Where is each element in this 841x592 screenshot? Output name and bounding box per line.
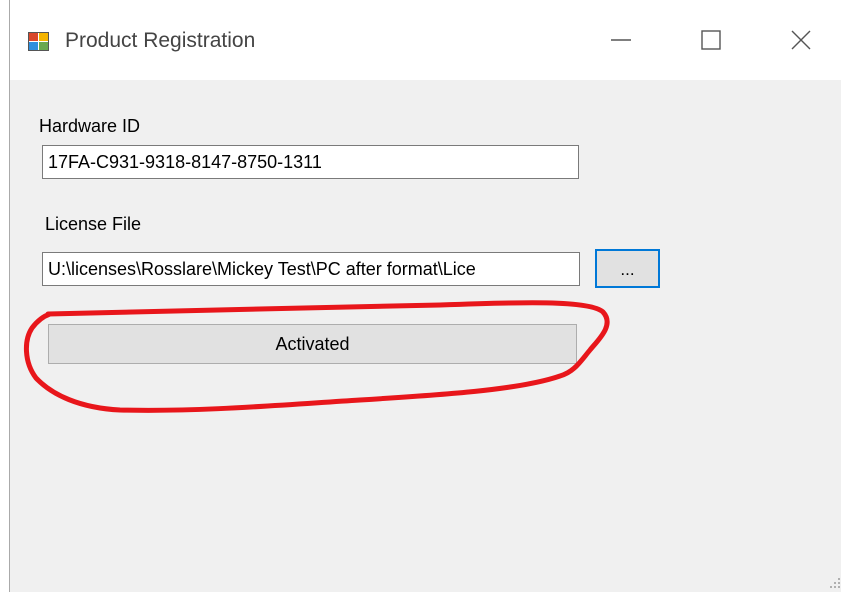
hardware-id-field[interactable]: 17FA-C931-9318-8147-8750-1311: [42, 145, 579, 179]
resize-grip-icon[interactable]: [828, 576, 841, 590]
minimize-icon: [611, 39, 631, 41]
license-file-field[interactable]: U:\licenses\Rosslare\Mickey Test\PC afte…: [42, 252, 580, 286]
app-icon: [28, 32, 49, 51]
window-title: Product Registration: [65, 29, 256, 52]
browse-button[interactable]: ...: [595, 249, 660, 288]
license-file-label: License File: [45, 214, 142, 234]
maximize-icon: [701, 30, 721, 50]
close-icon: [791, 30, 811, 50]
activate-button[interactable]: Activated: [48, 324, 577, 364]
close-button[interactable]: [773, 18, 829, 62]
hardware-id-label: Hardware ID: [39, 116, 141, 136]
title-bar[interactable]: Product Registration: [10, 0, 841, 80]
maximize-button[interactable]: [683, 18, 739, 62]
minimize-button[interactable]: [593, 18, 649, 62]
product-registration-window: Product Registration Hardware ID 17FA-C9…: [9, 0, 841, 592]
